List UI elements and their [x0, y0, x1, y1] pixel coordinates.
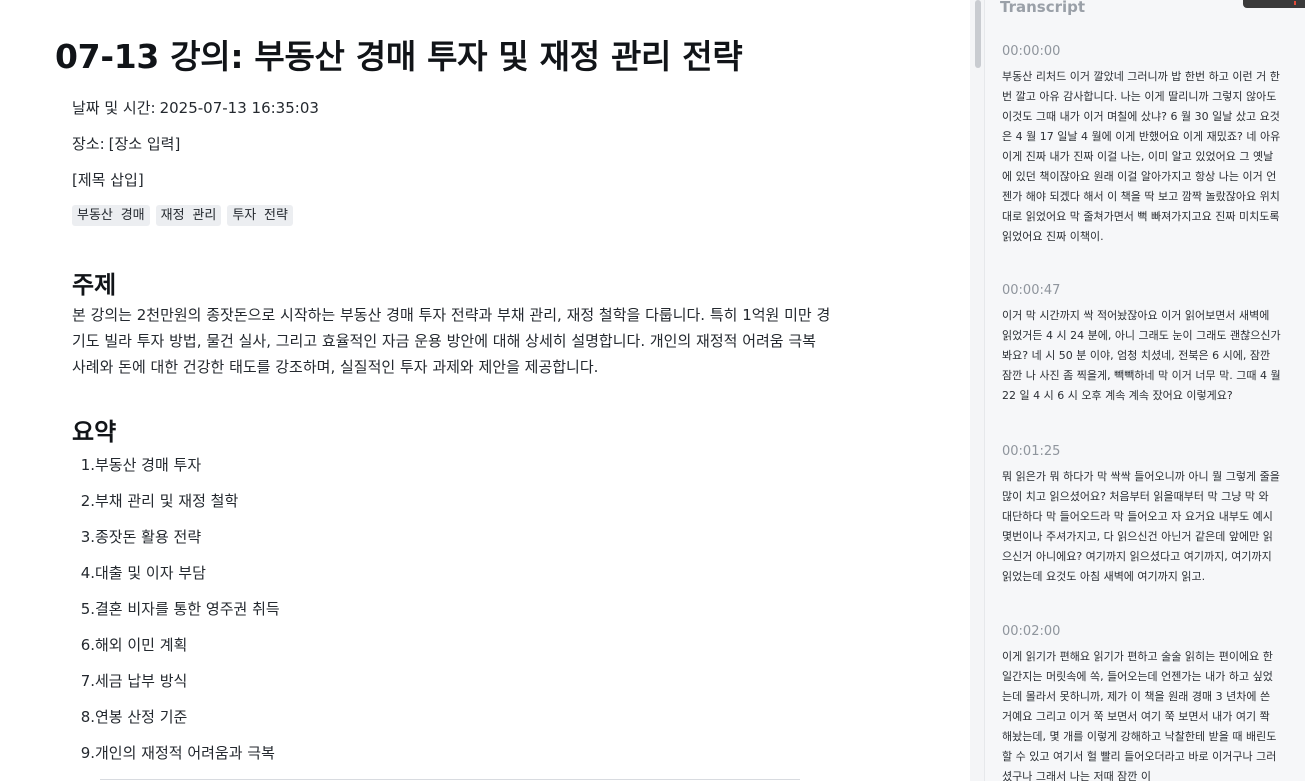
title-placeholder: [제목 삽입]: [72, 171, 144, 189]
timestamp[interactable]: 00:00:00: [1002, 44, 1282, 60]
summary-item: 3. 종잣돈 활용 전략: [80, 528, 202, 546]
timestamp[interactable]: 00:02:00: [1002, 624, 1282, 640]
summary-item: 4. 대출 및 이자 부담: [80, 564, 206, 582]
transcript-text: 이게 읽기가 편해요 읽기가 편하고 술술 읽히는 편이에요 한 일간지는 머릿…: [1002, 650, 1277, 781]
topic-heading: 주제: [72, 271, 117, 299]
summary-item: 2. 부채 관리 및 재정 철학: [80, 492, 239, 510]
transcript-text: 뭐 읽은가 뭐 하다가 막 싹싹 들어오니까 아니 뭘 그렇게 줄을 많이 치고…: [1002, 470, 1280, 583]
datetime-value: 2025-07-13 16:35:03: [159, 99, 319, 117]
summary-item: 9. 개인의 재정적 어려움과 극복: [80, 744, 275, 762]
summary-item: 8. 연봉 산정 기준: [80, 708, 188, 726]
tag-list: 부동산 경매 재정 관리 투자 전략: [72, 205, 293, 226]
page: 07-13 강의: 부동산 경매 투자 및 재정 관리 전략 날짜 및 시간: 2…: [0, 0, 1305, 781]
timestamp[interactable]: 00:01:25: [1002, 444, 1282, 460]
summary-item: 1. 부동산 경매 투자: [80, 456, 202, 474]
transcript-title: Transcript: [1000, 0, 1086, 16]
topic-text: 본 강의는 2천만원의 종잣돈으로 시작하는 부동산 경매 투자 전략과 부채 …: [72, 306, 831, 376]
summary-heading: 요약: [72, 418, 117, 446]
location-line: 장소: [장소 입력]: [72, 133, 180, 154]
datetime-line: 날짜 및 시간: 2025-07-13 16:35:03: [72, 97, 319, 118]
tag[interactable]: 재정 관리: [155, 205, 222, 226]
summary-item: 6. 해외 이민 계획: [80, 636, 188, 654]
page-title: 07-13 강의: 부동산 경매 투자 및 재정 관리 전략: [55, 37, 743, 76]
transcript-entry[interactable]: 00:00:00 부동산 리처드 이거 깔았네 그러니까 밥 한번 하고 이런 …: [1002, 44, 1282, 247]
summary-item: 7. 세금 납부 방식: [80, 672, 188, 690]
transcript-text: 부동산 리처드 이거 깔았네 그러니까 밥 한번 하고 이런 거 한번 깔고 아…: [1002, 70, 1281, 243]
divider: [100, 779, 800, 780]
scrollbar-thumb[interactable]: [975, 0, 981, 68]
transcript-text: 이거 막 시간까지 싹 적어놨잖아요 이거 읽어보면서 새벽에 읽었거든 4 시…: [1002, 309, 1281, 402]
record-icon: [1294, 1, 1296, 5]
timestamp[interactable]: 00:00:47: [1002, 283, 1282, 299]
location-value: [장소 입력]: [108, 135, 181, 153]
document-scrollbar[interactable]: [970, 0, 984, 781]
location-label: 장소:: [72, 135, 105, 153]
summary-item: 5. 결혼 비자를 통한 영주권 취득: [80, 600, 280, 618]
transcript-entry[interactable]: 00:00:47 이거 막 시간까지 싹 적어놨잖아요 이거 읽어보면서 새벽에…: [1002, 283, 1282, 406]
corner-button[interactable]: [1243, 0, 1305, 8]
tag[interactable]: 투자 전략: [227, 205, 293, 226]
summary-list: 1. 부동산 경매 투자 2. 부채 관리 및 재정 철학 3. 종잣돈 활용 …: [72, 452, 280, 776]
tag[interactable]: 부동산 경매: [72, 205, 150, 226]
transcript-entry[interactable]: 00:01:25 뭐 읽은가 뭐 하다가 막 싹싹 들어오니까 아니 뭘 그렇게…: [1002, 444, 1282, 587]
datetime-label: 날짜 및 시간:: [72, 99, 156, 117]
document-view: 07-13 강의: 부동산 경매 투자 및 재정 관리 전략 날짜 및 시간: 2…: [0, 0, 970, 781]
transcript-entry[interactable]: 00:02:00 이게 읽기가 편해요 읽기가 편하고 술술 읽히는 편이에요 …: [1002, 624, 1282, 781]
transcript-panel: Transcript 00:00:00 부동산 리처드 이거 깔았네 그러니까 …: [984, 0, 1305, 781]
